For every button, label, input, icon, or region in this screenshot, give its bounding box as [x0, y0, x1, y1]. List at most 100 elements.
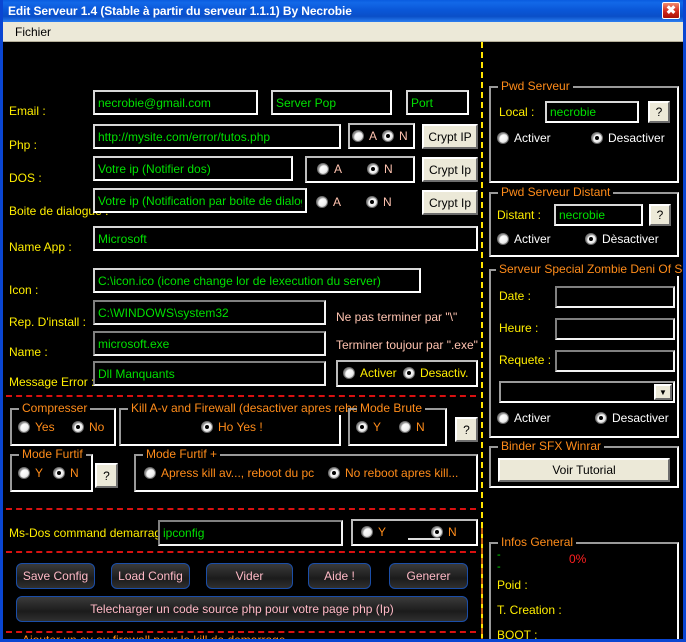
mode-furtif-group: Mode Furtif Y N [10, 454, 93, 492]
infos-dash-1: - [497, 549, 501, 561]
divider-1 [6, 395, 476, 397]
php-radio-n[interactable]: N [382, 129, 408, 143]
php-an-group: A N [348, 123, 415, 149]
dos-radio-a[interactable]: A [317, 162, 342, 176]
mode-furtif-radio-y[interactable]: Y [18, 466, 43, 480]
zombie-activer-label: Activer [514, 411, 551, 425]
aide-button[interactable]: Aide ! [308, 563, 371, 589]
menu-item-fichier[interactable]: Fichier [10, 24, 56, 40]
compresser-radio-no[interactable]: No [72, 420, 104, 434]
pwd-distant-radio-desactiver[interactable]: Dèsactiver [585, 232, 659, 246]
zombie-date-field[interactable] [555, 286, 675, 308]
mode-furtif-plus-radio-noreboot[interactable]: No reboot apres kill... [328, 466, 458, 480]
zombie-radio-activer[interactable]: Activer [497, 411, 551, 425]
vider-button[interactable]: Vider [206, 563, 293, 589]
pwd-serveur-activer-label: Activer [514, 131, 551, 145]
zombie-date-label: Date : [499, 289, 531, 303]
zombie-heure-field[interactable] [555, 318, 675, 340]
binder-group: Binder SFX Winrar Voir Tutorial [489, 446, 679, 488]
name-app-field[interactable] [93, 226, 478, 251]
mode-furtif-plus-radio-reboot[interactable]: Apress kill av..., reboot du pc [144, 466, 314, 480]
msdos-radio-y[interactable]: Y [361, 525, 386, 539]
msdos-command-field[interactable] [158, 520, 343, 546]
mode-brute-group: Mode Brute Y N [348, 408, 447, 446]
close-icon[interactable]: ✖ [662, 2, 680, 19]
infos-tcreation-label: T. Creation : [497, 603, 562, 617]
boite-radio-a[interactable]: A [316, 195, 341, 209]
icon-field[interactable] [93, 268, 421, 293]
chevron-down-icon[interactable]: ▼ [654, 384, 672, 400]
title-bar: Edit Serveur 1.4 (Stable à partir du ser… [3, 0, 683, 22]
load-config-button[interactable]: Load Config [111, 563, 190, 589]
menu-bar: Fichier [3, 22, 683, 42]
msdos-underline [408, 538, 440, 540]
name-field[interactable] [93, 331, 326, 356]
compresser-caption: Compresser [19, 401, 90, 415]
radio-dot-icon [343, 367, 355, 379]
help-button-2[interactable]: ? [95, 463, 118, 488]
boite-radio-n[interactable]: N [366, 195, 392, 209]
rep-install-field[interactable] [93, 300, 326, 325]
pwd-serveur-local-field[interactable] [545, 101, 639, 123]
php-radio-a-label: A [369, 129, 377, 143]
pwd-distant-radio-activer[interactable]: Activer [497, 232, 551, 246]
radio-dot-icon [367, 163, 379, 175]
telecharger-php-button[interactable]: Telecharger un code source php pour votr… [16, 596, 468, 622]
label-icon: Icon : [9, 283, 38, 297]
zombie-radio-desactiver[interactable]: Desactiver [595, 411, 669, 425]
crypt-ip-button-1[interactable]: Crypt IP [422, 124, 478, 149]
radio-dot-icon [352, 130, 364, 142]
crypt-ip-button-2[interactable]: Crypt Ip [422, 157, 478, 182]
pwd-distant-desactiver-label: Dèsactiver [602, 232, 659, 246]
server-pop-field[interactable] [271, 90, 392, 115]
zombie-requete-field[interactable] [555, 350, 675, 372]
pwd-distant-group: Pwd Serveur Distant Distant : ? Activer … [489, 192, 679, 257]
pwd-serveur-desactiver-label: Desactiver [608, 131, 665, 145]
divider-2 [6, 508, 476, 510]
mode-brute-y-label: Y [373, 420, 381, 434]
infos-general-group: Infos General - - 0% Poid : T. Creation … [489, 542, 679, 642]
kill-av-radio-hoyes[interactable]: Ho Yes ! [201, 420, 263, 434]
mode-furtif-plus-opt1-label: Apress kill av..., reboot du pc [161, 466, 314, 480]
pwd-serveur-radio-desactiver[interactable]: Desactiver [591, 131, 665, 145]
radio-dot-icon [595, 412, 607, 424]
message-error-toggle-group: Activer Desactiv. [336, 360, 478, 387]
mode-furtif-radio-n[interactable]: N [53, 466, 79, 480]
mode-furtif-caption: Mode Furtif [19, 447, 86, 461]
php-field[interactable] [93, 124, 341, 149]
pwd-distant-help-button[interactable]: ? [649, 204, 671, 226]
msdos-radio-n[interactable]: N [431, 525, 457, 539]
right-panel-divider-lower [481, 528, 483, 642]
radio-dot-icon [366, 196, 378, 208]
dos-field[interactable] [93, 156, 293, 181]
message-error-radio-desactiv[interactable]: Desactiv. [403, 366, 468, 380]
infos-poid-label: Poid : [497, 578, 528, 592]
voir-tutorial-button[interactable]: Voir Tutorial [498, 458, 670, 482]
mode-brute-radio-n[interactable]: N [399, 420, 425, 434]
kill-av-caption: Kill A-v and Firewall (desactiver apres … [128, 401, 375, 415]
mode-brute-caption: Mode Brute [357, 401, 425, 415]
pwd-serveur-radio-activer[interactable]: Activer [497, 131, 551, 145]
compresser-radio-yes[interactable]: Yes [18, 420, 55, 434]
mode-furtif-y-label: Y [35, 466, 43, 480]
save-config-button[interactable]: Save Config [16, 563, 95, 589]
message-error-radio-activer[interactable]: Activer [343, 366, 397, 380]
dos-radio-n[interactable]: N [367, 162, 393, 176]
crypt-ip-button-3[interactable]: Crypt Ip [422, 190, 478, 215]
help-button-1[interactable]: ? [455, 417, 478, 442]
mode-brute-radio-y[interactable]: Y [356, 420, 381, 434]
boite-dialogue-field[interactable] [93, 188, 307, 213]
boite-radio-n-label: N [383, 195, 392, 209]
label-dos: DOS : [9, 171, 42, 185]
generer-button[interactable]: Generer [389, 563, 468, 589]
pwd-distant-field[interactable] [554, 204, 643, 226]
zombie-combo[interactable]: ▼ [499, 381, 675, 403]
email-field[interactable] [93, 90, 258, 115]
port-field[interactable] [406, 90, 469, 115]
message-error-field[interactable] [93, 361, 326, 386]
pwd-serveur-help-button[interactable]: ? [648, 101, 670, 123]
php-radio-a[interactable]: A [352, 129, 377, 143]
radio-dot-icon [53, 467, 65, 479]
radio-dot-icon [361, 526, 373, 538]
infos-progress-percent: 0% [569, 552, 586, 566]
